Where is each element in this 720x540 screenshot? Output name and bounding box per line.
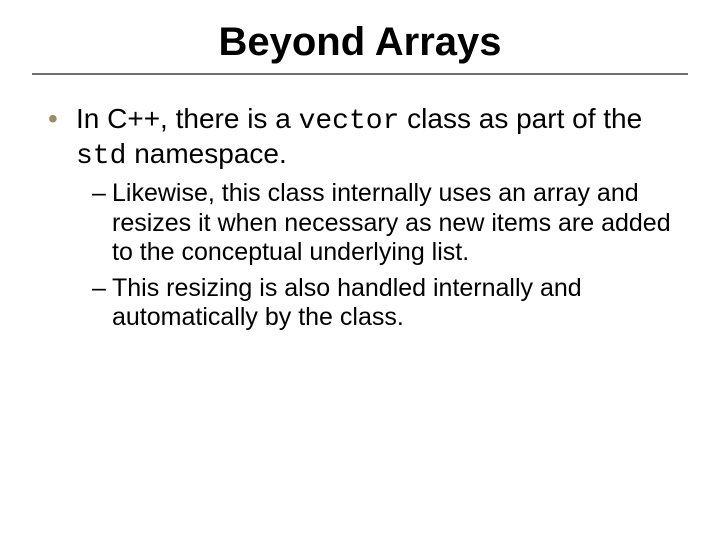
bullet-item: In C++, there is a vector class as part … (48, 103, 680, 333)
title-underline (32, 73, 688, 75)
sub-bullet-item: This resizing is also handled internally… (92, 274, 680, 333)
bullet-text-mid: class as part of the (399, 103, 642, 134)
bullet-text-post: namespace. (126, 138, 286, 169)
sub-bullet-item: Likewise, this class internally uses an … (92, 179, 680, 268)
sub-bullet-list: Likewise, this class internally uses an … (76, 179, 680, 333)
slide: Beyond Arrays In C++, there is a vector … (0, 0, 720, 540)
slide-title: Beyond Arrays (32, 20, 688, 65)
code-token-vector: vector (299, 106, 400, 137)
code-token-std: std (76, 141, 126, 172)
bullet-list: In C++, there is a vector class as part … (32, 103, 688, 333)
bullet-text-pre: In C++, there is a (76, 103, 299, 134)
